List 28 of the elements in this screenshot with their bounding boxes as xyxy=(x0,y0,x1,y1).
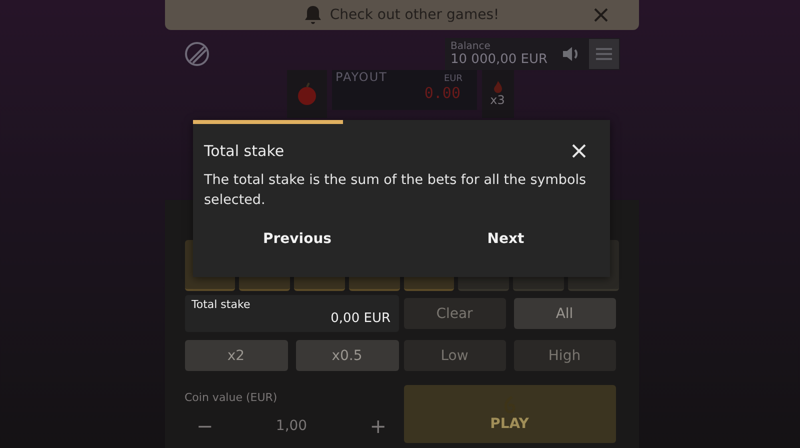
notification-bar[interactable]: Check out other games! xyxy=(164,0,638,30)
increase-button[interactable]: + xyxy=(358,414,398,438)
bet-button[interactable]: All xyxy=(514,298,616,329)
balance-value: 10 000,00 EUR xyxy=(450,52,549,67)
coin-value: 1,00 xyxy=(276,418,308,434)
payout-value: 0.00 xyxy=(423,84,460,102)
bell-icon xyxy=(304,5,322,25)
play-button[interactable]: PLAY xyxy=(404,385,616,443)
bet-button[interactable]: x0.5 xyxy=(296,340,398,371)
multiplier-text: x3 xyxy=(490,93,505,107)
nav-button[interactable]: Previous xyxy=(193,224,402,254)
decrease-button[interactable]: − xyxy=(184,414,226,438)
logo-icon[interactable] xyxy=(182,40,210,68)
bet-button[interactable]: x2 xyxy=(184,340,288,371)
menu-button[interactable] xyxy=(588,39,618,69)
coin-value-label: Coin value (EUR) xyxy=(184,391,278,404)
dialog-title: Total stake xyxy=(204,142,284,160)
currency-label: EUR xyxy=(444,74,462,84)
total-stake-label: Total stake xyxy=(192,298,252,311)
dialog-text: The total stake is the sum of the bets for all the symbols selected. xyxy=(204,171,588,210)
apple-icon xyxy=(296,82,318,106)
menu-icon xyxy=(596,48,612,60)
notification-text: Check out other games! xyxy=(330,7,500,23)
speaker-icon[interactable] xyxy=(560,45,580,63)
balance-label: Balance xyxy=(450,41,492,52)
payout-label: PAYOUT xyxy=(336,70,388,84)
nav-button[interactable]: Next xyxy=(402,224,610,254)
total-stake-value: 0,00 EUR xyxy=(330,311,390,326)
